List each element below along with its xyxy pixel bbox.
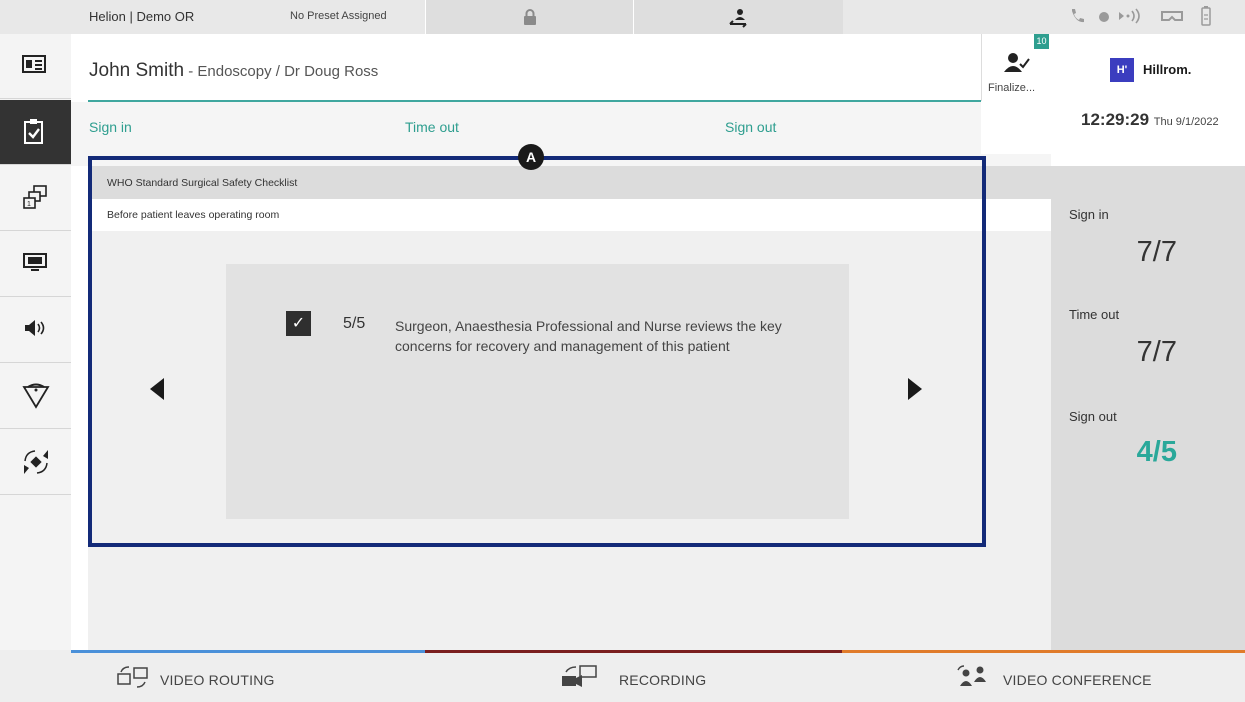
callout-highlight-box <box>88 156 986 547</box>
patient-header: John Smith - Endoscopy / Dr Doug Ross <box>71 34 981 101</box>
lock-button[interactable] <box>425 0 633 34</box>
tab-sign-out[interactable]: Sign out <box>725 119 776 135</box>
recording-button[interactable]: RECORDING <box>425 650 842 702</box>
finalize-button[interactable]: 10 Finalize... <box>981 34 1051 101</box>
tab-time-out[interactable]: Time out <box>405 119 459 135</box>
lock-icon <box>524 9 536 25</box>
lights-icon <box>22 383 50 409</box>
camera-icon <box>24 450 48 474</box>
video-routing-label: VIDEO ROUTING <box>160 672 275 688</box>
summary-time-out-value: 7/7 <box>1136 336 1177 368</box>
patient-card-icon <box>22 55 46 73</box>
preset-status[interactable]: No Preset Assigned <box>290 10 387 22</box>
rail-item-camera[interactable] <box>0 430 71 495</box>
battery-icon <box>1201 6 1211 26</box>
video-conference-indicator <box>842 650 1245 653</box>
video-conference-button[interactable]: VIDEO CONFERENCE <box>842 650 1245 702</box>
patient-title: John Smith - Endoscopy / Dr Doug Ross <box>89 60 378 82</box>
logo-area <box>1051 34 1245 166</box>
rail-item-layouts[interactable]: 1 <box>0 166 71 231</box>
recording-icon <box>562 665 597 687</box>
vr-icon <box>1161 11 1183 21</box>
summary-sign-in-value: 7/7 <box>1136 236 1177 268</box>
video-routing-icon <box>117 666 148 688</box>
callout-marker: A <box>518 144 544 170</box>
displays-icon <box>23 253 47 271</box>
svg-text:1: 1 <box>27 201 31 208</box>
broadcast-icon <box>1119 8 1140 24</box>
patient-name: John Smith <box>89 60 185 81</box>
summary-sign-out-label: Sign out <box>1069 409 1117 424</box>
video-routing-indicator <box>71 650 425 653</box>
rail-item-displays[interactable] <box>0 232 71 297</box>
layouts-icon: 1 <box>23 185 47 209</box>
hillrom-logo-text: Hillrom. <box>1143 62 1192 77</box>
finalize-count-badge: 10 <box>1034 34 1049 49</box>
summary-sign-out-value: 4/5 <box>1136 436 1177 468</box>
recording-indicator <box>425 650 842 653</box>
recording-label: RECORDING <box>619 672 707 688</box>
tab-sign-in[interactable]: Sign in <box>89 119 132 135</box>
top-status-bar: Helion | Demo OR No Preset Assigned <box>0 0 1245 34</box>
video-conference-label: VIDEO CONFERENCE <box>1003 672 1152 688</box>
rail-item-audio[interactable] <box>0 298 71 363</box>
record-dot-icon <box>1099 12 1109 22</box>
clock: 12:29:29 Thu 9/1/2022 <box>1081 110 1219 130</box>
room-name: Helion | Demo OR <box>89 9 195 24</box>
rail-item-checklist[interactable] <box>0 100 71 165</box>
rail-item-patient[interactable] <box>0 34 71 99</box>
transfer-button[interactable] <box>633 0 843 34</box>
left-icon-rail: 1 <box>0 34 71 650</box>
summary-time-out-label: Time out <box>1069 307 1120 322</box>
video-routing-button[interactable]: VIDEO ROUTING <box>0 650 425 702</box>
audio-icon <box>25 320 45 336</box>
user-check-icon <box>1004 53 1030 72</box>
rail-item-lights[interactable] <box>0 364 71 429</box>
finalize-label: Finalize... <box>988 82 1036 94</box>
procedure-details: - Endoscopy / Dr Doug Ross <box>184 63 379 80</box>
bottom-nav-bar: VIDEO ROUTING RECORDING VIDEO CONFERENCE <box>0 650 1245 702</box>
clock-date: Thu 9/1/2022 <box>1153 116 1219 128</box>
phone-icon <box>1072 9 1084 23</box>
checklist-icon <box>24 119 43 144</box>
summary-sign-in-label: Sign in <box>1069 207 1109 222</box>
transfer-icon <box>729 9 747 28</box>
hillrom-logo-mark: H' <box>1110 58 1134 82</box>
video-conference-icon <box>957 665 986 686</box>
clock-time: 12:29:29 <box>1081 110 1150 129</box>
